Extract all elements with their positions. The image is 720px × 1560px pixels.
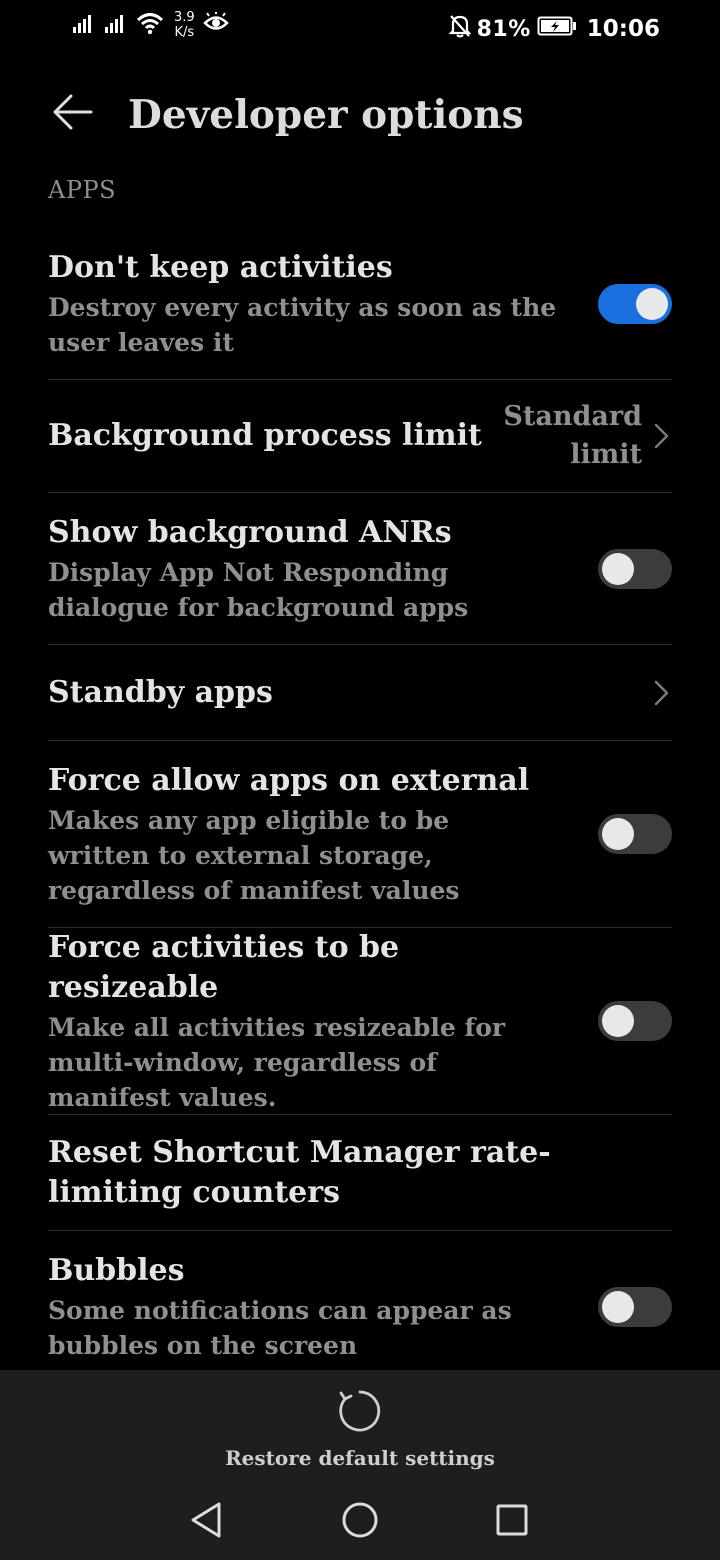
back-button[interactable]	[48, 92, 96, 136]
network-speed: 3.9 K/s	[174, 10, 195, 40]
force-activities-resizeable-toggle[interactable]	[598, 1001, 672, 1041]
section-label: APPS	[48, 176, 117, 204]
nav-home-icon	[341, 1501, 379, 1543]
back-arrow-icon	[51, 93, 93, 135]
app-header: Developer options	[0, 78, 720, 158]
restore-icon	[337, 1388, 383, 1438]
chevron-right-icon	[652, 676, 672, 710]
navigation-bar	[0, 1490, 720, 1550]
battery-charging-icon	[537, 15, 577, 43]
battery-percent: 81%	[476, 16, 531, 42]
nav-recents-icon	[495, 1503, 529, 1541]
setting-title: Reset Shortcut Manager rate-limiting cou…	[48, 1134, 551, 1210]
setting-show-background-anrs[interactable]: Show background ANRs Display App Not Res…	[48, 493, 672, 645]
force-allow-apps-external-toggle[interactable]	[598, 814, 672, 854]
setting-text: Bubbles Some notifications can appear as…	[48, 1251, 558, 1363]
bubbles-toggle[interactable]	[598, 1287, 672, 1327]
status-left: 3.9 K/s	[72, 10, 229, 40]
setting-force-allow-apps-external[interactable]: Force allow apps on external Makes any a…	[48, 741, 672, 928]
signal-icon	[104, 12, 128, 38]
toggle-knob	[602, 818, 634, 850]
setting-title: Background process limit	[48, 418, 482, 453]
setting-control: Standard limit	[502, 398, 672, 474]
setting-control	[598, 1001, 672, 1041]
show-background-anrs-toggle[interactable]	[598, 548, 672, 589]
setting-title: Bubbles	[48, 1253, 185, 1288]
restore-default-settings-button[interactable]: Restore default settings	[210, 1388, 510, 1474]
setting-summary: Display App Not Responding dialogue for …	[48, 557, 469, 622]
toggle-knob	[636, 287, 668, 320]
nav-home-button[interactable]	[338, 1500, 382, 1544]
setting-summary: Some notifications can appear as bubbles…	[48, 1296, 512, 1360]
setting-force-activities-resizeable[interactable]: Force activities to be resizeable Make a…	[48, 928, 672, 1115]
setting-text: Force allow apps on external Makes any a…	[48, 761, 558, 908]
wifi-icon	[136, 11, 164, 39]
setting-text: Reset Shortcut Manager rate-limiting cou…	[48, 1133, 648, 1213]
setting-summary: Destroy every activity as soon as the us…	[48, 292, 557, 357]
setting-title: Force allow apps on external	[48, 762, 530, 798]
settings-list: Don't keep activities Destroy every acti…	[48, 228, 672, 1383]
setting-bubbles[interactable]: Bubbles Some notifications can appear as…	[48, 1231, 672, 1383]
setting-dont-keep-activities[interactable]: Don't keep activities Destroy every acti…	[48, 228, 672, 380]
status-right: 81% 10:06	[447, 14, 660, 44]
eye-icon	[202, 11, 229, 38]
setting-control	[598, 1287, 672, 1327]
signal-icon	[72, 12, 96, 38]
page-title: Developer options	[128, 92, 524, 138]
setting-title: Show background ANRs	[48, 514, 452, 550]
background-process-limit-value: Standard limit	[503, 401, 642, 470]
status-bar: 3.9 K/s 81% 10:06	[0, 0, 720, 58]
bottom-bar: Restore default settings	[0, 1370, 720, 1560]
setting-control	[598, 548, 672, 589]
network-speed-unit: K/s	[174, 25, 195, 40]
mute-bell-icon	[447, 14, 472, 44]
nav-back-button[interactable]	[184, 1500, 228, 1544]
setting-title: Standby apps	[48, 674, 273, 710]
setting-background-process-limit[interactable]: Background process limit Standard limit	[48, 380, 672, 493]
setting-summary: Make all activities resizeable for multi…	[48, 1012, 506, 1112]
setting-control	[598, 814, 672, 854]
chevron-right-icon	[652, 419, 672, 453]
setting-text: Show background ANRs Display App Not Res…	[48, 513, 558, 625]
clock: 10:06	[586, 16, 660, 42]
nav-back-icon	[189, 1501, 223, 1543]
setting-text: Force activities to be resizeable Make a…	[48, 928, 558, 1115]
setting-title: Don't keep activities	[48, 249, 393, 285]
setting-title: Force activities to be resizeable	[48, 929, 400, 1005]
setting-summary: Makes any app eligible to be written to …	[48, 805, 460, 905]
setting-reset-shortcut-manager[interactable]: Reset Shortcut Manager rate-limiting cou…	[48, 1115, 672, 1231]
setting-control	[598, 283, 672, 324]
nav-recents-button[interactable]	[490, 1500, 534, 1544]
toggle-knob	[602, 552, 634, 585]
toggle-knob	[602, 1291, 634, 1323]
network-speed-value: 3.9	[174, 10, 195, 25]
setting-text: Standby apps	[48, 673, 273, 713]
setting-control	[652, 676, 672, 710]
setting-text: Background process limit	[48, 416, 482, 456]
setting-standby-apps[interactable]: Standby apps	[48, 645, 672, 741]
dont-keep-activities-toggle[interactable]	[598, 283, 672, 324]
toggle-knob	[602, 1005, 634, 1037]
restore-label: Restore default settings	[225, 1446, 495, 1470]
setting-text: Don't keep activities Destroy every acti…	[48, 248, 558, 360]
